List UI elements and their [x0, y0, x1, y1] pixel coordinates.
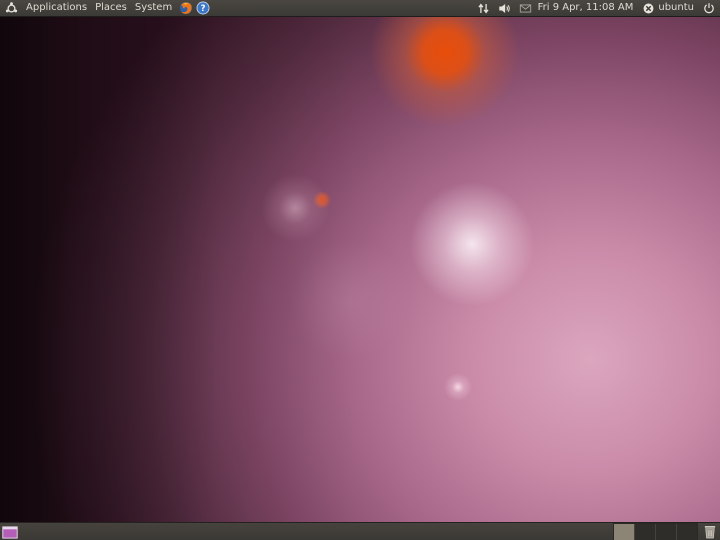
- workspace-switcher: [613, 523, 698, 540]
- svg-text:?: ?: [201, 3, 206, 13]
- mail-icon[interactable]: [519, 2, 532, 15]
- user-name: ubuntu: [658, 2, 694, 13]
- ubuntu-logo-icon[interactable]: [5, 1, 18, 15]
- network-icon[interactable]: [477, 2, 490, 15]
- desktop: Applications Places System ? Fri 9 Apr, …: [0, 0, 720, 540]
- show-desktop-icon[interactable]: [2, 525, 18, 539]
- volume-icon[interactable]: [498, 2, 511, 15]
- clock[interactable]: Fri 9 Apr, 11:08 AM: [536, 0, 639, 16]
- bottom-panel: [0, 522, 720, 540]
- power-icon[interactable]: [703, 2, 715, 14]
- firefox-icon[interactable]: [179, 1, 193, 15]
- trash-icon[interactable]: [704, 525, 716, 539]
- top-panel-left: Applications Places System ?: [0, 0, 210, 16]
- places-menu[interactable]: Places: [91, 0, 131, 16]
- desktop-wallpaper: [0, 0, 720, 540]
- top-panel: Applications Places System ? Fri 9 Apr, …: [0, 0, 720, 17]
- workspace-1[interactable]: [614, 524, 635, 540]
- applications-menu[interactable]: Applications: [22, 0, 91, 16]
- system-menu[interactable]: System: [131, 0, 176, 16]
- user-menu[interactable]: ubuntu: [638, 0, 699, 16]
- help-icon[interactable]: ?: [196, 1, 210, 15]
- workspace-4[interactable]: [677, 524, 697, 540]
- top-panel-right: Fri 9 Apr, 11:08 AM ubuntu: [473, 0, 720, 16]
- user-status-icon: [643, 3, 654, 13]
- workspace-3[interactable]: [656, 524, 677, 540]
- workspace-2[interactable]: [635, 524, 656, 540]
